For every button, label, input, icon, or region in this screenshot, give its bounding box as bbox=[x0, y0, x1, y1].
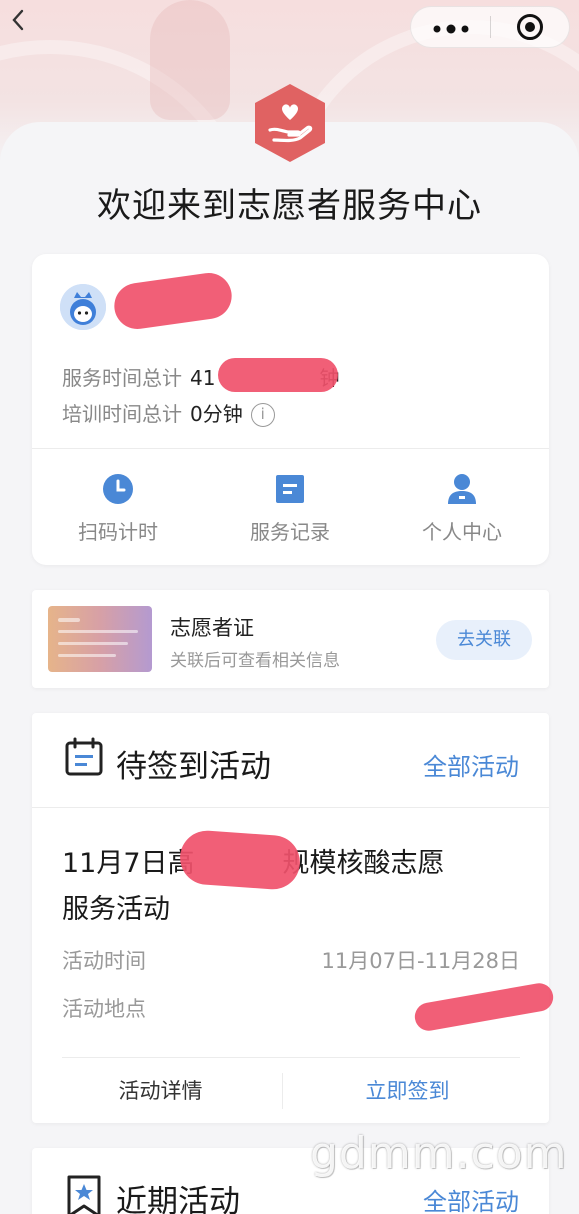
activity-time-label: 活动时间 bbox=[62, 949, 146, 973]
more-button[interactable] bbox=[411, 15, 490, 40]
user-summary-card: 服务时间总计41钟 培训时间总计0分钟i 扫码计时 服务记录 个人中心 bbox=[32, 254, 549, 565]
training-time-row: 培训时间总计 0分钟 i bbox=[62, 398, 275, 427]
quick-action-label: 服务记录 bbox=[250, 520, 330, 544]
activity-time-value: 11月07日-11月28日 bbox=[321, 949, 520, 973]
personal-center-button[interactable]: 个人中心 bbox=[376, 472, 548, 545]
bookmark-star-icon bbox=[64, 1174, 104, 1214]
quick-action-label: 个人中心 bbox=[422, 520, 502, 544]
info-icon[interactable]: i bbox=[250, 403, 275, 427]
divider bbox=[32, 807, 549, 808]
activity-place-label: 活动地点 bbox=[62, 997, 146, 1021]
calendar-icon bbox=[64, 737, 104, 781]
divider bbox=[282, 1073, 283, 1109]
redacted-activity-place bbox=[412, 981, 556, 1033]
mascot-avatar-icon bbox=[60, 284, 106, 330]
target-circle-icon bbox=[516, 14, 543, 40]
redacted-activity-name bbox=[178, 828, 302, 892]
heart-hand-icon bbox=[255, 84, 325, 162]
link-certificate-button[interactable]: 去关联 bbox=[436, 620, 532, 660]
close-button[interactable] bbox=[491, 14, 569, 40]
service-time-value: 41 bbox=[190, 366, 216, 390]
activity-time-row: 活动时间 11月07日-11月28日 bbox=[62, 945, 520, 975]
volunteer-certificate-card[interactable]: 志愿者证 关联后可查看相关信息 去关联 bbox=[32, 590, 549, 688]
chevron-left-icon bbox=[12, 9, 24, 31]
back-button[interactable] bbox=[10, 8, 26, 39]
service-record-button[interactable]: 服务记录 bbox=[204, 472, 376, 545]
clock-icon bbox=[103, 474, 133, 504]
certificate-subtitle: 关联后可查看相关信息 bbox=[170, 651, 340, 671]
divider bbox=[62, 1057, 520, 1058]
more-dots-icon bbox=[433, 24, 468, 33]
activity-detail-button[interactable]: 活动详情 bbox=[46, 1075, 275, 1105]
watermark: gdmm.com bbox=[310, 1128, 568, 1179]
mini-program-capsule bbox=[410, 6, 570, 48]
redacted-service-time bbox=[218, 358, 338, 392]
training-time-label: 培训时间总计 bbox=[62, 402, 182, 426]
user-icon bbox=[448, 474, 476, 504]
pending-activities-card: 待签到活动 全部活动 11月7日高规模核酸志愿 服务活动 活动时间 11月07日… bbox=[32, 713, 556, 1123]
redacted-username bbox=[111, 270, 235, 332]
mascot-illustration bbox=[150, 0, 230, 120]
activity-name-prefix: 11月7日 bbox=[62, 848, 168, 879]
quick-action-label: 扫码计时 bbox=[78, 520, 158, 544]
scan-timer-button[interactable]: 扫码计时 bbox=[32, 472, 204, 545]
recent-section-title: 近期活动 bbox=[116, 1184, 240, 1214]
activity-name-line2: 服务活动 bbox=[62, 894, 170, 925]
document-icon bbox=[276, 475, 304, 503]
pending-section-title: 待签到活动 bbox=[116, 749, 271, 785]
all-activities-link[interactable]: 全部活动 bbox=[423, 747, 519, 782]
sign-in-button[interactable]: 立即签到 bbox=[293, 1075, 522, 1105]
avatar[interactable] bbox=[60, 284, 106, 330]
divider bbox=[32, 448, 549, 449]
certificate-title: 志愿者证 bbox=[170, 616, 254, 640]
volunteer-logo bbox=[252, 82, 328, 164]
all-activities-link[interactable]: 全部活动 bbox=[423, 1182, 519, 1214]
page-title: 欢迎来到志愿者服务中心 bbox=[97, 186, 482, 226]
certificate-thumbnail bbox=[48, 606, 152, 672]
service-time-label: 服务时间总计 bbox=[62, 366, 182, 390]
activity-name-suffix: 模核酸志愿 bbox=[309, 848, 445, 879]
training-time-value: 0分钟 bbox=[190, 402, 243, 426]
